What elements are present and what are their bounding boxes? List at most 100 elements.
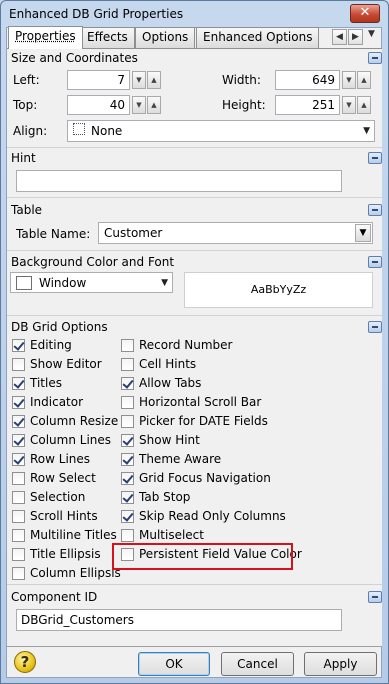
option-label: Row Select	[30, 471, 96, 485]
table-name-label: Table Name:	[16, 227, 91, 241]
chevron-down-icon: ▼	[355, 224, 371, 242]
checkbox-unchecked-icon[interactable]	[121, 529, 134, 542]
collapse-table-icon[interactable]	[368, 204, 382, 216]
window-title: Enhanced DB Grid Properties	[9, 7, 184, 21]
option-label: Selection	[30, 490, 86, 504]
chevron-down-icon: ▼	[363, 126, 370, 136]
option-label: Allow Tabs	[139, 376, 202, 390]
checkbox-checked-icon[interactable]	[121, 491, 134, 504]
font-preview-button[interactable]: AaBbYyZz	[184, 272, 373, 308]
option-label: Record Number	[139, 338, 233, 352]
height-spin-down-icon[interactable]: ▼	[342, 96, 356, 114]
divider	[7, 197, 382, 198]
background-section-header: Background Color and Font	[11, 255, 175, 269]
checkbox-checked-icon[interactable]	[121, 472, 134, 485]
checkbox-unchecked-icon[interactable]	[121, 415, 134, 428]
checkbox-unchecked-icon[interactable]	[12, 491, 25, 504]
divider	[7, 250, 382, 251]
option-label: Multiselect	[139, 528, 204, 542]
table-name-select[interactable]: Customer ▼	[98, 222, 373, 244]
title-bar[interactable]: Enhanced DB Grid Properties ✕	[1, 1, 388, 29]
checkbox-unchecked-icon[interactable]	[121, 396, 134, 409]
left-spin-up-icon[interactable]: ▲	[147, 71, 161, 89]
checkbox-unchecked-icon[interactable]	[121, 339, 134, 352]
divider	[7, 584, 382, 585]
width-input[interactable]: 649	[275, 70, 340, 90]
checkbox-unchecked-icon[interactable]	[12, 567, 25, 580]
checkbox-unchecked-icon[interactable]	[121, 358, 134, 371]
height-spin-up-icon[interactable]: ▲	[357, 96, 371, 114]
option-label: Grid Focus Navigation	[139, 471, 271, 485]
width-spin-down-icon[interactable]: ▼	[342, 71, 356, 89]
option-label: Horizontal Scroll Bar	[139, 395, 262, 409]
option-label: Tab Stop	[139, 490, 191, 504]
checkbox-unchecked-icon[interactable]	[12, 510, 25, 523]
checkbox-checked-icon[interactable]	[12, 434, 25, 447]
option-label: Indicator	[30, 395, 84, 409]
option-label: Column Resize	[30, 414, 119, 428]
option-label: Show Hint	[139, 433, 200, 447]
top-spin-down-icon[interactable]: ▼	[132, 96, 146, 114]
close-button[interactable]: ✕	[350, 4, 380, 23]
tab-properties[interactable]: Properties	[8, 26, 83, 49]
component-id-input[interactable]: DBGrid_Customers	[16, 609, 342, 631]
option-label: Editing	[30, 338, 72, 352]
tab-scroll-left-button[interactable]: ◀	[332, 29, 347, 45]
top-input[interactable]: 40	[67, 95, 130, 115]
checkbox-unchecked-icon[interactable]	[12, 548, 25, 561]
tab-options[interactable]: Options	[135, 27, 196, 48]
size-section-header: Size and Coordinates	[11, 51, 138, 65]
tab-label: Properties	[15, 29, 76, 43]
checkbox-checked-icon[interactable]	[12, 453, 25, 466]
tab-enhanced-options[interactable]: Enhanced Options	[196, 27, 320, 48]
hint-input[interactable]	[16, 170, 342, 192]
checkbox-checked-icon[interactable]	[121, 510, 134, 523]
background-color-select[interactable]: Window ▼	[10, 272, 173, 293]
top-spin-up-icon[interactable]: ▲	[147, 96, 161, 114]
checkbox-checked-icon[interactable]	[121, 377, 134, 390]
checkbox-unchecked-icon[interactable]	[12, 358, 25, 371]
left-input[interactable]: 7	[67, 70, 130, 90]
help-icon[interactable]: ?	[14, 651, 36, 673]
left-spin-down-icon[interactable]: ▼	[132, 71, 146, 89]
option-label: Column Lines	[30, 433, 112, 447]
tab-scroll-right-button[interactable]: ▶	[348, 29, 363, 45]
checkbox-unchecked-icon[interactable]	[12, 529, 25, 542]
checkbox-checked-icon[interactable]	[12, 415, 25, 428]
collapse-grid-options-icon[interactable]	[368, 321, 382, 333]
option-label: Skip Read Only Columns	[139, 509, 286, 523]
grid-options-section-header: DB Grid Options	[11, 320, 108, 334]
color-swatch	[16, 276, 32, 290]
height-label: Height:	[222, 98, 266, 112]
collapse-hint-icon[interactable]	[368, 152, 382, 164]
option-label: Show Editor	[30, 357, 102, 371]
collapse-size-icon[interactable]	[368, 52, 382, 64]
collapse-background-icon[interactable]	[368, 256, 382, 268]
checkbox-checked-icon[interactable]	[121, 434, 134, 447]
align-select[interactable]: None ▼	[67, 120, 375, 142]
align-value: None	[91, 124, 123, 138]
option-label: Column Ellipsis	[30, 566, 121, 580]
left-label: Left:	[13, 73, 40, 87]
align-none-icon	[73, 123, 85, 135]
checkbox-unchecked-icon[interactable]	[12, 472, 25, 485]
option-label: Picker for DATE Fields	[139, 414, 268, 428]
width-spin-up-icon[interactable]: ▲	[357, 71, 371, 89]
option-label: Multiline Titles	[30, 528, 117, 542]
checkbox-checked-icon[interactable]	[121, 453, 134, 466]
checkbox-checked-icon[interactable]	[12, 339, 25, 352]
height-input[interactable]: 251	[275, 95, 340, 115]
cancel-button[interactable]: Cancel	[221, 652, 294, 676]
highlight-annotation	[112, 543, 293, 570]
tab-menu-icon[interactable]: ▼	[368, 29, 375, 39]
tab-effects[interactable]: Effects	[80, 27, 135, 48]
checkbox-checked-icon[interactable]	[12, 377, 25, 390]
ok-button[interactable]: OK	[138, 652, 210, 676]
align-label: Align:	[13, 124, 48, 138]
component-id-section-header: Component ID	[11, 590, 98, 604]
option-label: Cell Hints	[139, 357, 197, 371]
apply-button[interactable]: Apply	[304, 652, 377, 676]
option-label: Row Lines	[30, 452, 91, 466]
checkbox-checked-icon[interactable]	[12, 396, 25, 409]
collapse-component-id-icon[interactable]	[368, 591, 382, 603]
